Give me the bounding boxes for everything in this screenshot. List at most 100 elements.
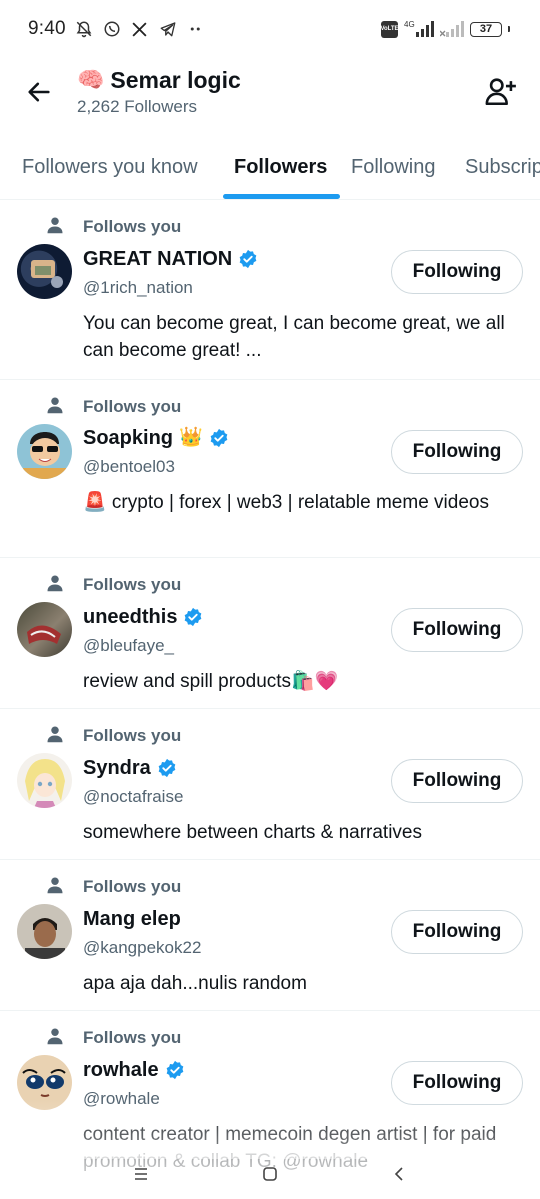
follows-you-line: Follows you xyxy=(46,1027,181,1047)
follows-you-line: Follows you xyxy=(46,396,181,416)
profile-header: 🧠 Semar logic 2,262 Followers xyxy=(0,58,540,136)
volte-icon: VoLTE xyxy=(380,20,399,38)
person-icon xyxy=(46,396,64,414)
crown-emoji-icon: 👑 xyxy=(179,427,203,448)
battery-indicator: 37 xyxy=(470,21,502,37)
list-item[interactable]: Follows you GREAT NATION @1rich_nation Y… xyxy=(0,200,540,380)
followers-count: 2,262 Followers xyxy=(77,97,198,116)
follows-you-label: Follows you xyxy=(83,877,182,896)
verified-badge-icon xyxy=(209,428,229,448)
back-button[interactable] xyxy=(22,75,56,109)
following-button[interactable]: Following xyxy=(391,910,523,954)
name-line: GREAT NATION xyxy=(83,247,258,271)
recents-button[interactable] xyxy=(129,1162,153,1186)
list-item[interactable]: Follows you Soapking 👑 @bentoel03 🚨 cryp… xyxy=(0,380,540,558)
user-handle: @bleufaye_ xyxy=(83,636,174,655)
followers-list: Follows you GREAT NATION @1rich_nation Y… xyxy=(0,200,540,1199)
follows-you-line: Follows you xyxy=(46,876,181,896)
follows-you-line: Follows you xyxy=(46,216,181,236)
name-line: Soapking 👑 xyxy=(83,426,229,450)
user-name[interactable]: GREAT NATION xyxy=(83,247,232,271)
tab-followers[interactable]: Followers xyxy=(234,156,327,179)
add-user-button[interactable] xyxy=(482,72,520,110)
tab-bar: Followers you know Followers Following S… xyxy=(0,136,540,200)
user-name[interactable]: rowhale xyxy=(83,1058,159,1082)
user-name[interactable]: Soapking xyxy=(83,426,173,450)
user-handle: @bentoel03 xyxy=(83,457,175,476)
follows-you-label: Follows you xyxy=(83,726,182,745)
avatar[interactable] xyxy=(17,602,72,657)
follows-you-line: Follows you xyxy=(46,574,181,594)
avatar[interactable] xyxy=(17,904,72,959)
name-line: uneedthis xyxy=(83,605,203,629)
telegram-icon xyxy=(158,19,178,39)
user-name[interactable]: uneedthis xyxy=(83,605,177,629)
person-icon xyxy=(46,216,64,234)
list-item[interactable]: Follows you Syndra @noctafraise somewher… xyxy=(0,709,540,860)
avatar[interactable] xyxy=(17,1055,72,1110)
status-time: 9:40 xyxy=(28,18,66,39)
status-right: VoLTE 4G 37 xyxy=(380,19,510,39)
user-name[interactable]: Mang elep xyxy=(83,907,181,931)
following-button[interactable]: Following xyxy=(391,250,523,294)
follows-you-label: Follows you xyxy=(83,217,182,236)
home-icon xyxy=(263,1167,277,1181)
x-logo-icon xyxy=(130,19,150,39)
user-bio: 🚨 crypto | forex | web3 | relatable meme… xyxy=(83,492,489,513)
user-handle: @rowhale xyxy=(83,1089,160,1108)
name-line: rowhale xyxy=(83,1058,185,1082)
signal-off-icon xyxy=(440,19,464,39)
person-icon xyxy=(46,876,64,894)
following-button[interactable]: Following xyxy=(391,608,523,652)
svg-text:4G: 4G xyxy=(404,20,415,29)
name-line: Syndra xyxy=(83,756,177,780)
battery-tip xyxy=(508,26,510,32)
user-bio: apa aja dah...nulis random xyxy=(83,973,307,994)
page-title: Semar logic xyxy=(110,67,241,93)
title-row: 🧠 Semar logic xyxy=(77,66,241,94)
tab-subscriptions[interactable]: Subscriptions xyxy=(465,156,540,179)
chevron-left-icon xyxy=(394,1167,403,1181)
status-bar: 9:40 VoLTE 4G 37 xyxy=(0,0,540,58)
person-plus-icon xyxy=(485,78,516,106)
avatar[interactable] xyxy=(17,753,72,808)
user-bio: somewhere between charts & narratives xyxy=(83,822,422,843)
user-name[interactable]: Syndra xyxy=(83,756,151,780)
title-block: 🧠 Semar logic 2,262 Followers xyxy=(77,66,241,117)
whatsapp-icon xyxy=(102,19,122,39)
more-dots-icon xyxy=(186,19,206,39)
follows-you-line: Follows you xyxy=(46,725,181,745)
system-back-button[interactable] xyxy=(387,1162,411,1186)
user-handle: @kangpekok22 xyxy=(83,938,202,957)
list-item[interactable]: Follows you Mang elep @kangpekok22 apa a… xyxy=(0,860,540,1011)
avatar[interactable] xyxy=(17,244,72,299)
person-icon xyxy=(46,1027,64,1045)
tab-followers-you-know[interactable]: Followers you know xyxy=(22,156,198,179)
verified-badge-icon xyxy=(238,249,258,269)
avatar[interactable] xyxy=(17,424,72,479)
person-icon xyxy=(46,574,64,592)
following-button[interactable]: Following xyxy=(391,1061,523,1105)
system-nav-bar xyxy=(0,1149,540,1199)
verified-badge-icon xyxy=(183,607,203,627)
follows-you-label: Follows you xyxy=(83,1028,182,1047)
user-bio: You can become great, I can become great… xyxy=(83,313,505,361)
arrow-left-icon xyxy=(28,82,50,102)
bell-off-icon xyxy=(74,19,94,39)
verified-badge-icon xyxy=(165,1060,185,1080)
recents-icon xyxy=(135,1168,147,1180)
follows-you-label: Follows you xyxy=(83,575,182,594)
user-handle: @noctafraise xyxy=(83,787,184,806)
screen: 9:40 VoLTE 4G 37 🧠 Semar logic 2,262 Fol… xyxy=(0,0,540,1199)
signal-4g-icon: 4G xyxy=(404,19,434,39)
verified-badge-icon xyxy=(157,758,177,778)
brain-emoji-icon: 🧠 xyxy=(77,67,105,92)
status-left: 9:40 xyxy=(28,18,206,40)
following-button[interactable]: Following xyxy=(391,759,523,803)
following-button[interactable]: Following xyxy=(391,430,523,474)
list-item[interactable]: Follows you uneedthis @bleufaye_ review … xyxy=(0,558,540,709)
user-handle: @1rich_nation xyxy=(83,278,193,297)
tab-following[interactable]: Following xyxy=(351,156,435,179)
name-line: Mang elep xyxy=(83,907,181,931)
home-button[interactable] xyxy=(258,1162,282,1186)
